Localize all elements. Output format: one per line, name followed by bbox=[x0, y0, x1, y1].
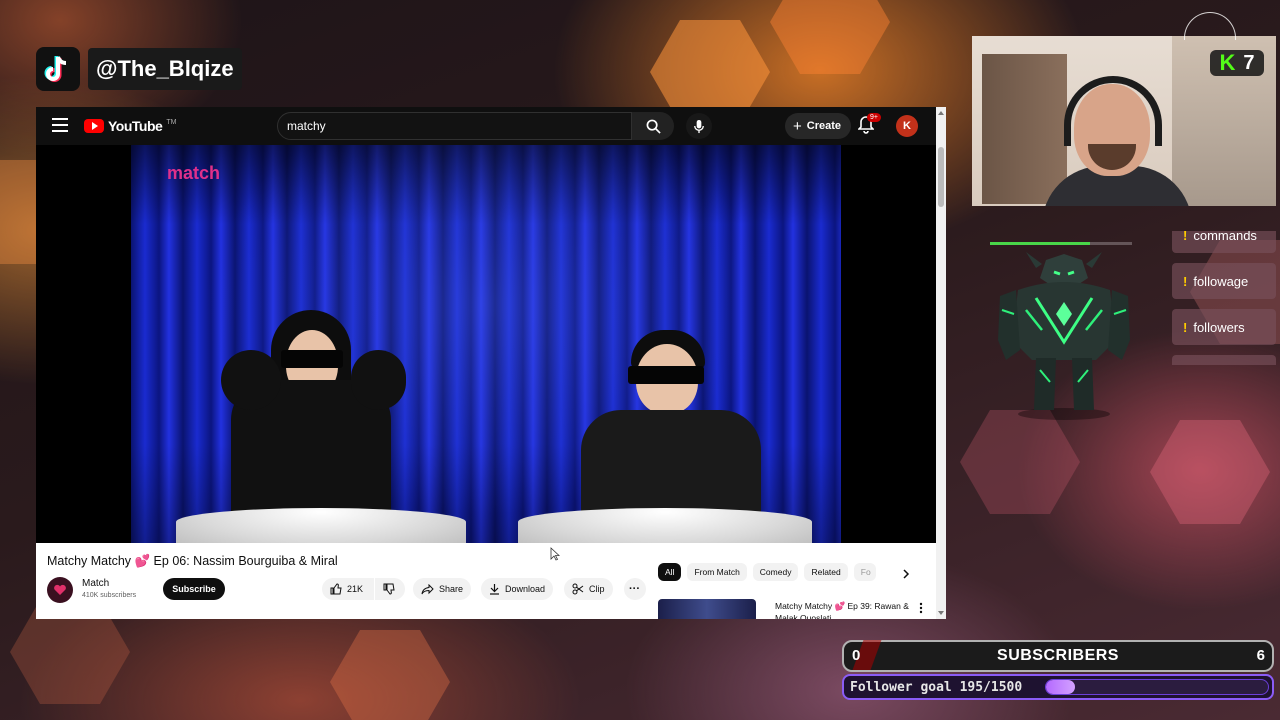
kick-viewer-badge: K 7 bbox=[1210, 50, 1264, 76]
chip-truncated[interactable]: Fo bbox=[853, 563, 876, 581]
headset-icon bbox=[1064, 76, 1162, 146]
search-input[interactable]: matchy bbox=[277, 112, 632, 140]
clip-button[interactable]: Clip bbox=[564, 578, 613, 600]
more-actions-button[interactable]: ··· bbox=[624, 578, 646, 600]
mouse-cursor-icon bbox=[550, 547, 561, 566]
scroll-up-arrow-icon[interactable] bbox=[938, 111, 944, 115]
match-heart-icon bbox=[54, 584, 66, 595]
download-button[interactable]: Download bbox=[481, 578, 554, 600]
match-brand-logo: match bbox=[167, 163, 221, 183]
kick-viewer-count: 7 bbox=[1243, 51, 1255, 74]
recommendation-title[interactable]: Matchy Matchy 💕 Ep 39: Rawan & Malak Quo… bbox=[775, 600, 915, 619]
thumbs-down-icon bbox=[383, 583, 395, 595]
subscribe-button[interactable]: Subscribe bbox=[163, 578, 225, 600]
video-table-right bbox=[518, 508, 812, 543]
background-hexagon bbox=[1150, 420, 1270, 524]
chip-from-match[interactable]: From Match bbox=[687, 563, 747, 581]
account-avatar[interactable]: K bbox=[896, 115, 918, 137]
subscribers-counter: 0 SUBSCRIBERS 6 bbox=[842, 640, 1274, 672]
like-count: 21K bbox=[347, 584, 364, 594]
youtube-masthead: YouTube TM matchy + Create 9+ K bbox=[36, 107, 946, 145]
subscribers-label: SUBSCRIBERS bbox=[997, 647, 1119, 664]
youtube-play-icon bbox=[84, 119, 104, 133]
command-label: followers bbox=[1193, 319, 1245, 335]
chip-all[interactable]: All bbox=[658, 563, 682, 581]
tiktok-username: @The_Blqize bbox=[88, 48, 242, 90]
search-icon bbox=[646, 119, 661, 134]
notification-count-badge: 9+ bbox=[867, 113, 881, 122]
more-vertical-icon[interactable] bbox=[919, 601, 923, 619]
youtube-trademark: TM bbox=[166, 118, 177, 126]
video-info-panel: Matchy Matchy 💕 Ep 06: Nassim Bourguiba … bbox=[36, 543, 936, 619]
video-person-right bbox=[566, 330, 786, 543]
like-button[interactable]: 21K bbox=[322, 578, 374, 600]
page-scrollbar[interactable] bbox=[936, 107, 946, 619]
command-item: ! commands bbox=[1172, 231, 1276, 253]
follower-goal-progress-track bbox=[1045, 679, 1269, 695]
share-label: Share bbox=[439, 584, 464, 594]
chat-commands-list: ! commands ! followage ! followers bbox=[1172, 231, 1276, 365]
recommendation-item[interactable]: Matchy Matchy 💕 Ep 39: Rawan & Malak Quo… bbox=[658, 599, 928, 619]
voice-search-button[interactable] bbox=[686, 113, 712, 139]
video-title: Matchy Matchy 💕 Ep 06: Nassim Bourguiba … bbox=[47, 554, 338, 568]
youtube-window: YouTube TM matchy + Create 9+ K match Ma… bbox=[36, 107, 946, 619]
dislike-button[interactable] bbox=[375, 578, 405, 600]
share-icon bbox=[421, 583, 434, 594]
ring-light-outline bbox=[1184, 12, 1236, 40]
command-item bbox=[1172, 355, 1276, 365]
create-button[interactable]: + Create bbox=[785, 113, 852, 139]
more-horizontal-icon: ··· bbox=[629, 583, 640, 595]
follower-goal-text: Follower goal 195/1500 bbox=[850, 680, 1023, 695]
channel-avatar[interactable] bbox=[47, 577, 73, 603]
command-item: ! followers bbox=[1172, 309, 1276, 345]
scroll-down-arrow-icon[interactable] bbox=[938, 611, 944, 615]
plus-icon: + bbox=[793, 117, 802, 135]
background-hexagon bbox=[770, 0, 890, 74]
kick-logo-icon: K bbox=[1219, 50, 1236, 75]
command-label: commands bbox=[1193, 231, 1257, 243]
boss-health-bar bbox=[990, 242, 1090, 245]
boss-creature-icon bbox=[996, 250, 1132, 425]
scissors-icon bbox=[572, 583, 584, 595]
hamburger-menu-icon[interactable] bbox=[52, 118, 68, 132]
recommendation-thumbnail[interactable] bbox=[658, 599, 756, 619]
webcam-background-door bbox=[982, 54, 1067, 204]
background-hexagon bbox=[960, 410, 1080, 514]
command-item: ! followage bbox=[1172, 263, 1276, 299]
youtube-logo[interactable]: YouTube TM bbox=[84, 118, 176, 134]
chip-comedy[interactable]: Comedy bbox=[752, 563, 799, 581]
command-label: followage bbox=[1193, 273, 1249, 289]
download-label: Download bbox=[505, 584, 546, 594]
follower-goal-progress-fill bbox=[1046, 680, 1075, 694]
tiktok-handle-badge: @The_Blqize bbox=[36, 47, 242, 91]
channel-subscriber-count: 410K subscribers bbox=[82, 592, 137, 599]
thumbs-up-icon bbox=[330, 583, 342, 595]
follower-goal-widget: Follower goal 195/1500 bbox=[842, 674, 1274, 700]
video-player[interactable]: match bbox=[36, 145, 936, 543]
search-button[interactable] bbox=[632, 112, 674, 140]
video-person-left bbox=[201, 310, 431, 530]
scrollbar-thumb[interactable] bbox=[938, 147, 944, 207]
create-label: Create bbox=[806, 120, 842, 132]
channel-name[interactable]: Match bbox=[82, 578, 109, 589]
background-hexagon bbox=[330, 630, 450, 720]
tiktok-icon bbox=[36, 47, 80, 91]
youtube-wordmark: YouTube bbox=[108, 118, 163, 134]
microphone-icon bbox=[694, 119, 704, 133]
chip-related[interactable]: Related bbox=[804, 563, 848, 581]
chevron-right-icon[interactable] bbox=[902, 566, 910, 584]
recommendation-filter-chips: All From Match Comedy Related Fo bbox=[658, 563, 876, 581]
subscribers-right-value: 6 bbox=[1256, 647, 1265, 664]
video-table-left bbox=[176, 508, 466, 543]
share-button[interactable]: Share bbox=[413, 578, 472, 600]
clip-label: Clip bbox=[589, 584, 605, 594]
download-icon bbox=[490, 584, 499, 595]
